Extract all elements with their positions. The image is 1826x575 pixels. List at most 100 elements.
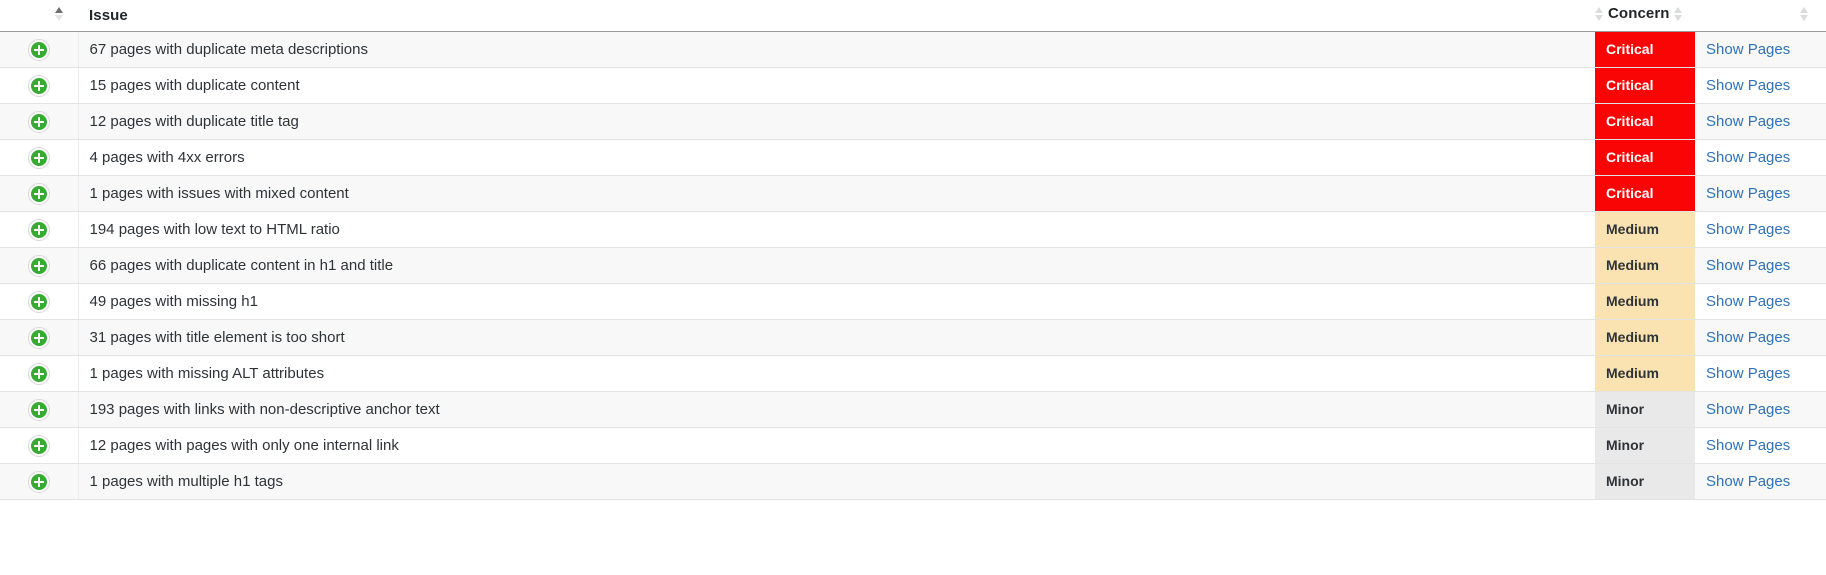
issue-cell: 31 pages with title element is too short — [78, 319, 1595, 356]
show-pages-link[interactable]: Show Pages — [1706, 185, 1790, 202]
show-pages-link[interactable]: Show Pages — [1706, 41, 1790, 58]
table-row[interactable]: 49 pages with missing h1 Medium Show Pages — [0, 283, 1826, 320]
expand-cell[interactable] — [0, 139, 79, 176]
expand-cell[interactable] — [0, 247, 79, 284]
table-header-row: Issue Concern — [0, 0, 1826, 32]
concern-cell: Critical — [1595, 103, 1695, 140]
issue-cell: 1 pages with issues with mixed content — [78, 175, 1595, 212]
table-row[interactable]: 31 pages with title element is too short… — [0, 319, 1826, 356]
table-row[interactable]: 194 pages with low text to HTML ratio Med… — [0, 211, 1826, 248]
show-pages-link[interactable]: Show Pages — [1706, 257, 1790, 274]
action-cell: Show Pages — [1695, 211, 1826, 248]
action-cell: Show Pages — [1695, 247, 1826, 284]
action-cell: Show Pages — [1695, 139, 1826, 176]
table-row[interactable]: 193 pages with links with non-descriptiv… — [0, 391, 1826, 428]
table-row[interactable]: 12 pages with duplicate title tag Critica… — [0, 103, 1826, 140]
show-pages-link[interactable]: Show Pages — [1706, 149, 1790, 166]
concern-cell: Medium — [1595, 211, 1695, 248]
sort-caret-icon-concern[interactable] — [1673, 6, 1683, 22]
issue-cell: 12 pages with duplicate title tag — [78, 103, 1595, 140]
table-row[interactable]: 1 pages with missing ALT attributes Mediu… — [0, 355, 1826, 392]
table-row[interactable]: 66 pages with duplicate content in h1 an… — [0, 247, 1826, 284]
issue-cell: 1 pages with missing ALT attributes — [78, 355, 1595, 392]
action-cell: Show Pages — [1695, 283, 1826, 320]
show-pages-link[interactable]: Show Pages — [1706, 113, 1790, 130]
concern-badge: Critical — [1595, 32, 1695, 67]
action-cell: Show Pages — [1695, 67, 1826, 104]
column-header-issue-label: Issue — [89, 7, 128, 24]
table-row[interactable]: 67 pages with duplicate meta description… — [0, 31, 1826, 68]
expand-row-plus-icon[interactable] — [27, 290, 50, 313]
concern-badge: Minor — [1595, 428, 1695, 463]
issue-cell: 67 pages with duplicate meta description… — [78, 31, 1595, 68]
expand-cell[interactable] — [0, 391, 79, 428]
expand-cell[interactable] — [0, 67, 79, 104]
expand-row-plus-icon[interactable] — [27, 38, 50, 61]
expand-cell[interactable] — [0, 175, 79, 212]
table-row[interactable]: 12 pages with pages with only one intern… — [0, 427, 1826, 464]
expand-row-plus-icon[interactable] — [27, 398, 50, 421]
table-row[interactable]: 1 pages with multiple h1 tags Minor Show P… — [0, 463, 1826, 500]
concern-cell: Critical — [1595, 175, 1695, 212]
expand-row-plus-icon[interactable] — [27, 362, 50, 385]
issue-cell: 12 pages with pages with only one intern… — [78, 427, 1595, 464]
concern-cell: Critical — [1595, 67, 1695, 104]
concern-badge: Critical — [1595, 68, 1695, 103]
concern-cell: Medium — [1595, 283, 1695, 320]
concern-badge: Minor — [1595, 392, 1695, 427]
table-body: 67 pages with duplicate meta description… — [0, 31, 1826, 500]
expand-row-plus-icon[interactable] — [27, 218, 50, 241]
column-header-expand[interactable] — [0, 0, 78, 32]
expand-row-plus-icon[interactable] — [27, 254, 50, 277]
show-pages-link[interactable]: Show Pages — [1706, 401, 1790, 418]
concern-cell: Medium — [1595, 319, 1695, 356]
concern-badge: Critical — [1595, 104, 1695, 139]
expand-cell[interactable] — [0, 463, 79, 500]
action-cell: Show Pages — [1695, 355, 1826, 392]
expand-cell[interactable] — [0, 283, 79, 320]
issue-cell: 49 pages with missing h1 — [78, 283, 1595, 320]
column-header-action[interactable] — [1695, 0, 1826, 32]
expand-cell[interactable] — [0, 31, 79, 68]
action-cell: Show Pages — [1695, 319, 1826, 356]
concern-badge: Minor — [1595, 464, 1695, 499]
table-row[interactable]: 4 pages with 4xx errors Critical Show Page… — [0, 139, 1826, 176]
concern-badge: Medium — [1595, 284, 1695, 319]
expand-row-plus-icon[interactable] — [27, 470, 50, 493]
column-header-issue[interactable]: Issue — [78, 0, 1595, 32]
expand-cell[interactable] — [0, 427, 79, 464]
column-header-concern[interactable]: Concern — [1595, 0, 1695, 32]
show-pages-link[interactable]: Show Pages — [1706, 329, 1790, 346]
expand-row-plus-icon[interactable] — [27, 146, 50, 169]
concern-cell: Critical — [1595, 139, 1695, 176]
table-row[interactable]: 15 pages with duplicate content Critical S… — [0, 67, 1826, 104]
show-pages-link[interactable]: Show Pages — [1706, 437, 1790, 454]
concern-badge: Medium — [1595, 248, 1695, 283]
sort-caret-icon-issue[interactable] — [1595, 6, 1604, 22]
expand-row-plus-icon[interactable] — [27, 74, 50, 97]
action-cell: Show Pages — [1695, 175, 1826, 212]
expand-row-plus-icon[interactable] — [27, 110, 50, 133]
sort-caret-icon-action[interactable] — [1800, 6, 1809, 22]
expand-row-plus-icon[interactable] — [27, 326, 50, 349]
issue-cell: 4 pages with 4xx errors — [78, 139, 1595, 176]
issue-cell: 66 pages with duplicate content in h1 an… — [78, 247, 1595, 284]
column-header-concern-label: Concern — [1608, 5, 1670, 23]
action-cell: Show Pages — [1695, 391, 1826, 428]
show-pages-link[interactable]: Show Pages — [1706, 77, 1790, 94]
concern-badge: Medium — [1595, 212, 1695, 247]
show-pages-link[interactable]: Show Pages — [1706, 221, 1790, 238]
expand-row-plus-icon[interactable] — [27, 182, 50, 205]
expand-cell[interactable] — [0, 319, 79, 356]
action-cell: Show Pages — [1695, 31, 1826, 68]
sort-caret-icon-expand[interactable] — [55, 6, 64, 22]
expand-cell[interactable] — [0, 103, 79, 140]
show-pages-link[interactable]: Show Pages — [1706, 365, 1790, 382]
expand-cell[interactable] — [0, 211, 79, 248]
action-cell: Show Pages — [1695, 463, 1826, 500]
expand-row-plus-icon[interactable] — [27, 434, 50, 457]
show-pages-link[interactable]: Show Pages — [1706, 473, 1790, 490]
expand-cell[interactable] — [0, 355, 79, 392]
show-pages-link[interactable]: Show Pages — [1706, 293, 1790, 310]
table-row[interactable]: 1 pages with issues with mixed content Cr… — [0, 175, 1826, 212]
